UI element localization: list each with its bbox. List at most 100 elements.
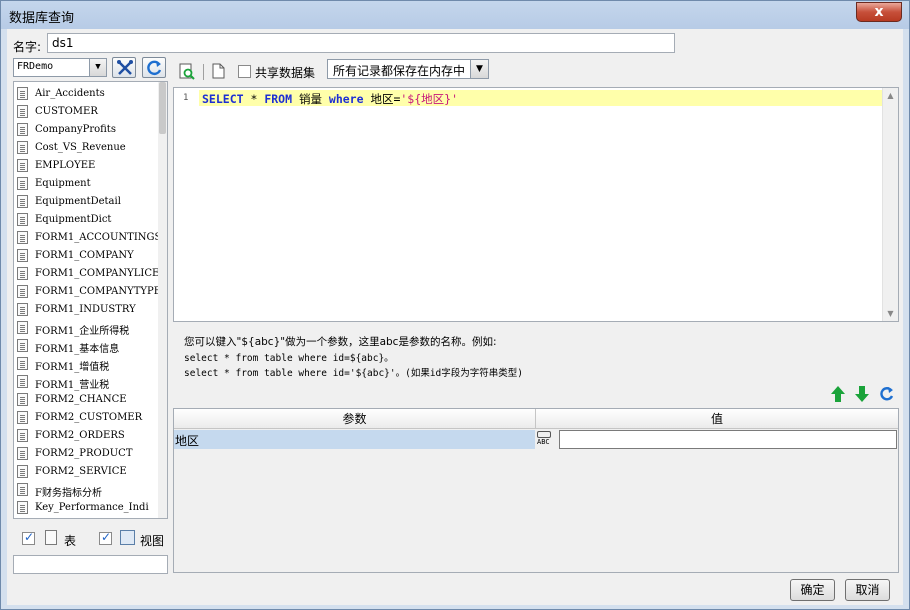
table-list[interactable]: Air_Accidents CUSTOMER CompanyProfits Cost_… — [13, 81, 168, 519]
chevron-down-icon[interactable]: ▼ — [89, 59, 106, 76]
refresh-icon — [147, 60, 162, 76]
table-icon — [17, 357, 28, 370]
sql-keyword: FROM — [264, 92, 293, 106]
table-icon — [17, 249, 28, 262]
list-item[interactable]: FORM2_CUSTOMER — [17, 409, 159, 427]
list-item[interactable]: Air_Accidents — [17, 85, 159, 103]
table-icon — [17, 285, 28, 298]
list-item[interactable]: FORM1_基本信息 — [17, 337, 159, 355]
table-icon — [17, 303, 28, 316]
title-bar[interactable]: 数据库查询 x — [1, 1, 909, 29]
refresh-tables-button[interactable] — [142, 57, 166, 78]
document-icon[interactable] — [212, 63, 225, 79]
scrollbar-thumb[interactable] — [159, 82, 166, 134]
table-icon — [17, 159, 28, 172]
table-icon — [17, 141, 28, 154]
name-input[interactable]: ds1 — [47, 33, 675, 53]
table-icon — [17, 321, 28, 334]
table-name: Air_Accidents — [35, 88, 105, 99]
list-item[interactable]: FORM1_COMPANY — [17, 247, 159, 265]
table-name: FORM1_增值税 — [35, 362, 110, 373]
preview-icon[interactable] — [179, 63, 195, 80]
toolbar-separator — [203, 64, 204, 80]
list-item[interactable]: FORM1_增值税 — [17, 355, 159, 373]
table-label: 表 — [64, 534, 77, 548]
list-item[interactable]: FORM1_COMPANYLICENSE — [17, 265, 159, 283]
view-checkbox[interactable] — [99, 530, 112, 545]
storage-mode-select[interactable]: 所有记录都保存在内存中 ▼ — [327, 59, 489, 79]
sql-text: * — [243, 92, 265, 106]
table-filter-input[interactable] — [13, 555, 168, 574]
close-button[interactable]: x — [856, 2, 902, 22]
move-up-icon[interactable] — [831, 386, 845, 402]
list-item[interactable]: Key_Performance_Indi — [17, 499, 159, 517]
share-dataset-checkbox[interactable] — [238, 65, 251, 78]
hint-line-2: select * from table where id=${abc}。 — [184, 353, 394, 364]
table-checkbox[interactable] — [22, 530, 35, 545]
table-icon — [17, 267, 28, 280]
list-item[interactable]: FORM2_ORDERS — [17, 427, 159, 445]
list-item[interactable]: FORM1_营业税 — [17, 373, 159, 391]
table-icon — [17, 501, 28, 514]
list-item[interactable]: FORM1_COMPANYTYPE — [17, 283, 159, 301]
share-dataset-label: 共享数据集 — [255, 66, 316, 80]
table-row[interactable]: 地区 ABC — [174, 430, 898, 450]
table-name: FORM1_营业税 — [35, 380, 110, 391]
list-item[interactable]: FORM1_企业所得税 — [17, 319, 159, 337]
sql-editor[interactable]: 1 SELECT * FROM 销量 where 地区='${地区}' ▲ ▼ — [173, 87, 899, 322]
hint-line-1: 您可以键入"${abc}"做为一个参数，这里abc是参数的名称。例如: — [184, 336, 497, 348]
sql-code[interactable]: SELECT * FROM 销量 where 地区='${地区}' — [202, 91, 458, 107]
table-icon — [17, 231, 28, 244]
table-icon — [17, 87, 28, 100]
table-icon — [17, 411, 28, 424]
table-name: FORM1_INDUSTRY — [35, 304, 136, 315]
list-item[interactable]: EMPLOYEE — [17, 157, 159, 175]
editor-scrollbar[interactable]: ▲ ▼ — [882, 88, 898, 321]
chevron-down-icon[interactable]: ▼ — [470, 60, 488, 78]
text-type-icon[interactable]: ABC — [537, 431, 551, 446]
table-name: FORM2_PRODUCT — [35, 448, 133, 459]
table-name: CompanyProfits — [35, 124, 116, 135]
scroll-up-icon[interactable]: ▲ — [883, 88, 898, 103]
table-name: FORM1_COMPANY — [35, 250, 134, 261]
move-down-icon[interactable] — [855, 386, 869, 402]
list-item[interactable]: FORM2_SERVICE — [17, 463, 159, 481]
table-icon — [17, 375, 28, 388]
table-name: F财务指标分析 — [35, 488, 102, 499]
datasource-select[interactable]: FRDemo ▼ — [13, 58, 107, 77]
table-icon — [45, 530, 57, 545]
hint-line-3: select * from table where id='${abc}'。(如… — [184, 368, 523, 379]
param-name-cell[interactable]: 地区 — [174, 430, 535, 449]
param-value-header[interactable]: 值 — [536, 409, 898, 429]
list-item[interactable]: FORM2_PRODUCT — [17, 445, 159, 463]
list-item[interactable]: CompanyProfits — [17, 121, 159, 139]
table-name: FORM2_SERVICE — [35, 466, 127, 477]
cancel-button[interactable]: 取消 — [845, 579, 890, 601]
table-list-scrollbar[interactable] — [158, 82, 167, 518]
list-item[interactable]: FORM1_ACCOUNTINGSYST — [17, 229, 159, 247]
list-item[interactable]: EquipmentDict — [17, 211, 159, 229]
list-item[interactable]: CUSTOMER — [17, 103, 159, 121]
list-item[interactable]: FORM2_CHANCE — [17, 391, 159, 409]
line-gutter: 1 — [174, 88, 199, 321]
datasource-selected: FRDemo — [17, 61, 54, 72]
list-item[interactable]: EquipmentDetail — [17, 193, 159, 211]
refresh-params-icon[interactable] — [880, 386, 895, 402]
list-item[interactable]: Equipment — [17, 175, 159, 193]
table-name: EMPLOYEE — [35, 160, 96, 171]
table-icon — [17, 105, 28, 118]
table-icon — [17, 213, 28, 226]
table-name: FORM2_CHANCE — [35, 394, 127, 405]
list-item[interactable]: Cost_VS_Revenue — [17, 139, 159, 157]
param-name-header[interactable]: 参数 — [174, 409, 536, 429]
edit-datasource-button[interactable] — [112, 57, 136, 78]
table-name: FORM2_ORDERS — [35, 430, 125, 441]
table-name: CUSTOMER — [35, 106, 98, 117]
list-item[interactable]: FORM1_INDUSTRY — [17, 301, 159, 319]
sql-text: 地区= — [363, 92, 401, 106]
scroll-down-icon[interactable]: ▼ — [883, 306, 898, 321]
param-value-input[interactable] — [559, 430, 897, 449]
ok-button[interactable]: 确定 — [790, 579, 835, 601]
list-item[interactable]: F财务指标分析 — [17, 481, 159, 499]
table-icon — [17, 465, 28, 478]
